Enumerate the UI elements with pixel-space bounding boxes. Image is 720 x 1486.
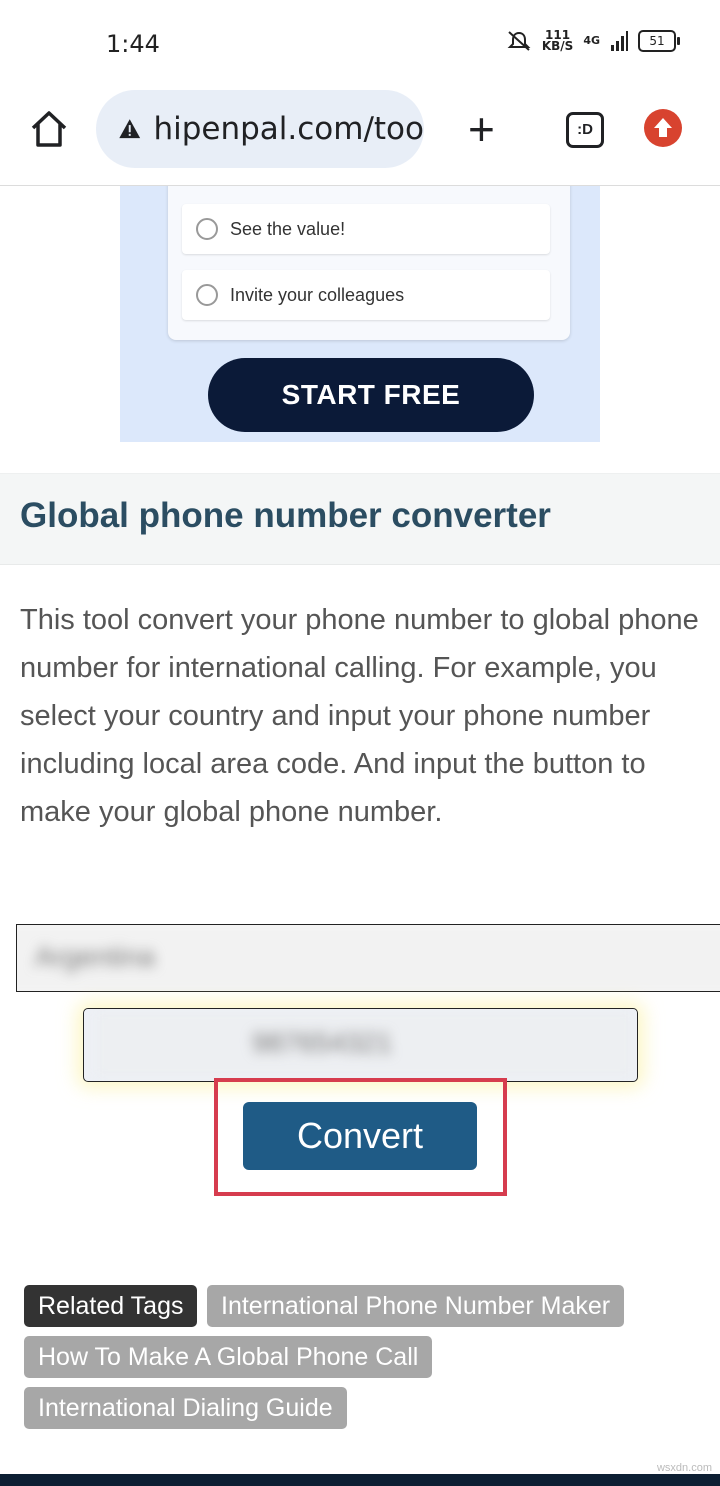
- watermark: wsxdn.com: [656, 1462, 712, 1474]
- browser-toolbar: hipenpal.com/too + :D: [0, 88, 720, 186]
- new-tab-icon[interactable]: +: [468, 106, 495, 152]
- bottom-bar: [0, 1474, 720, 1486]
- tag-link[interactable]: How To Make A Global Phone Call: [24, 1336, 433, 1378]
- mute-icon: [507, 31, 531, 51]
- status-time: 1:44: [106, 30, 160, 58]
- convert-button[interactable]: Convert: [243, 1102, 477, 1170]
- network-type: 4G: [583, 34, 600, 47]
- country-select[interactable]: Argentina: [16, 924, 720, 992]
- tag-link[interactable]: International Phone Number Maker: [207, 1285, 625, 1327]
- ad-option: Invite your colleagues: [182, 270, 550, 320]
- address-bar[interactable]: hipenpal.com/too: [96, 90, 424, 168]
- signal-icon: [611, 31, 628, 51]
- country-value: Argentina: [35, 941, 155, 972]
- start-free-button[interactable]: START FREE: [208, 358, 534, 432]
- related-tags-label: Related Tags: [24, 1285, 198, 1327]
- radio-icon: [196, 284, 218, 306]
- phone-input[interactable]: 987654321: [83, 1008, 638, 1082]
- warning-icon[interactable]: [118, 111, 141, 147]
- upgrade-icon[interactable]: [644, 109, 682, 147]
- phone-value: 987654321: [252, 1027, 393, 1058]
- battery-icon: 51: [638, 30, 680, 52]
- network-speed: 111 KB/S: [541, 28, 574, 53]
- ad-option: See the value!: [182, 204, 550, 254]
- radio-icon: [196, 218, 218, 240]
- status-bar: 1:44 111 KB/S 4G 51: [0, 0, 720, 88]
- page-description: This tool convert your phone number to g…: [20, 604, 699, 828]
- status-icons: 111 KB/S 4G 51: [506, 28, 680, 53]
- page-header: Global phone number converter: [0, 473, 720, 565]
- tab-switcher-icon[interactable]: :D: [566, 112, 604, 148]
- home-icon[interactable]: [28, 108, 70, 150]
- url-text: hipenpal.com/too: [153, 111, 424, 147]
- tag-link[interactable]: International Dialing Guide: [24, 1387, 347, 1429]
- page-title: Global phone number converter: [20, 496, 551, 535]
- ad-banner[interactable]: See the value! Invite your colleagues ST…: [120, 186, 600, 442]
